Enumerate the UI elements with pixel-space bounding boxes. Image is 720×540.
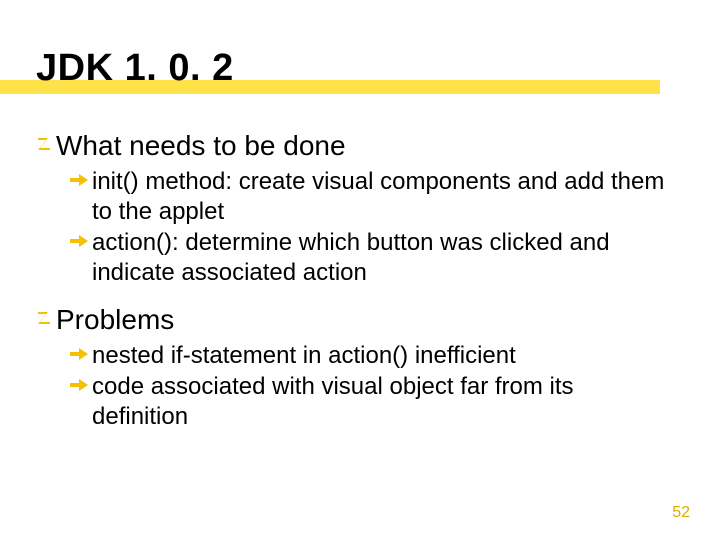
list-item: action(): determine which button was cli… [70,228,684,288]
slide-body: What needs to be done init() method: cre… [36,128,684,432]
section-2: Problems nested if-statement in action()… [36,302,684,432]
arrow-icon [70,234,88,248]
section-1: What needs to be done init() method: cre… [36,128,684,288]
list-item-text: init() method: create visual components … [92,167,672,227]
title-block: JDK 1. 0. 2 [36,48,234,90]
list-item: code associated with visual object far f… [70,372,684,432]
bullet-icon [36,310,52,329]
dingbat-icon [36,310,52,326]
slide: JDK 1. 0. 2 What needs to be done init()… [0,0,720,540]
section-2-heading: Problems [56,302,174,337]
arrow-icon [70,347,88,361]
section-1-items: init() method: create visual components … [70,167,684,288]
slide-title: JDK 1. 0. 2 [36,48,234,90]
arrow-icon [70,173,88,187]
bullet-icon [36,136,52,155]
section-1-heading: What needs to be done [56,128,346,163]
list-item-text: code associated with visual object far f… [92,372,672,432]
section-2-items: nested if-statement in action() ineffici… [70,341,684,432]
page-number: 52 [672,504,690,522]
dingbat-icon [36,136,52,152]
list-item-text: nested if-statement in action() ineffici… [92,341,516,371]
list-item: nested if-statement in action() ineffici… [70,341,684,371]
section-2-heading-row: Problems [36,302,684,337]
list-item-text: action(): determine which button was cli… [92,228,672,288]
list-item: init() method: create visual components … [70,167,684,227]
arrow-icon [70,378,88,392]
section-1-heading-row: What needs to be done [36,128,684,163]
